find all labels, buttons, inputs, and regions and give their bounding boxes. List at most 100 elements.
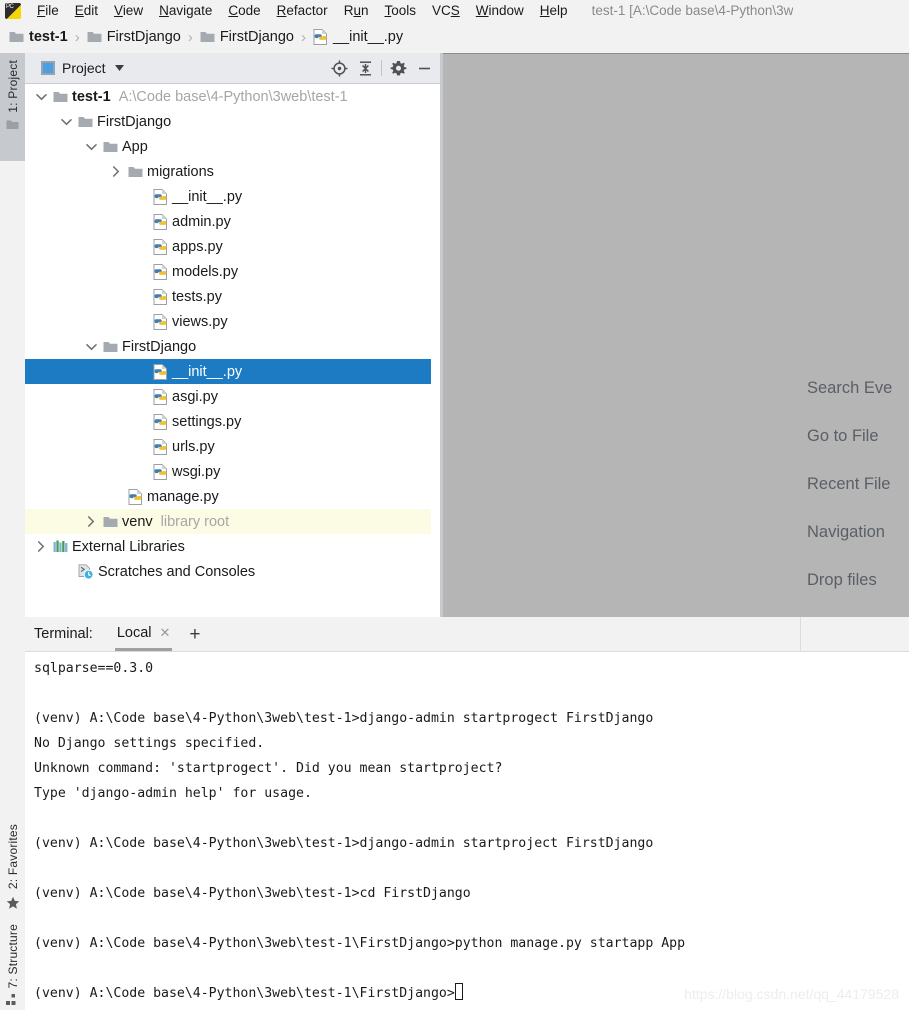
terminal-line: (venv) A:\Code base\4-Python\3web\test-1… bbox=[34, 886, 471, 901]
menu-item-file[interactable]: File bbox=[29, 0, 67, 21]
breadcrumb-separator: › bbox=[187, 28, 193, 46]
python-file-icon bbox=[153, 363, 168, 380]
breadcrumb-item-test-1[interactable]: test-1 bbox=[9, 29, 68, 45]
tree-node-label: App bbox=[122, 138, 148, 155]
tree-node-tests-py[interactable]: tests.py bbox=[25, 284, 440, 309]
folder-icon bbox=[6, 119, 19, 130]
folder-icon bbox=[87, 31, 102, 43]
gear-icon[interactable] bbox=[385, 55, 411, 81]
editor-hint-row: Go to File bbox=[807, 426, 879, 445]
sidebar-item-favorites[interactable]: 2: Favorites bbox=[6, 824, 20, 909]
python-file-icon bbox=[153, 313, 168, 330]
terminal-tab-local[interactable]: Local ✕ bbox=[114, 617, 173, 651]
tree-node-venv[interactable]: venv library root bbox=[25, 509, 440, 534]
editor-hint-row: Navigation bbox=[807, 522, 885, 541]
collapse-all-icon[interactable] bbox=[352, 55, 378, 81]
chevron-down-icon[interactable] bbox=[33, 89, 49, 105]
pycharm-logo-icon bbox=[5, 2, 21, 19]
menu-item-tools[interactable]: Tools bbox=[376, 0, 424, 21]
tree-node-apps-py[interactable]: apps.py bbox=[25, 234, 440, 259]
project-tool-window: Project test-1 A:\Code base\4-Python\3we… bbox=[25, 53, 440, 617]
tree-node-init-py[interactable]: __init__.py bbox=[25, 359, 440, 384]
chevron-down-icon[interactable] bbox=[83, 139, 99, 155]
chevron-right-icon[interactable] bbox=[83, 514, 99, 530]
python-file-icon bbox=[153, 463, 168, 480]
tree-node-asgi-py[interactable]: asgi.py bbox=[25, 384, 440, 409]
menu-item-refactor[interactable]: Refactor bbox=[269, 0, 336, 21]
tree-node-label: External Libraries bbox=[72, 538, 185, 555]
close-icon[interactable]: ✕ bbox=[160, 625, 171, 641]
python-file-icon bbox=[153, 263, 168, 280]
tree-node-manage-py[interactable]: manage.py bbox=[25, 484, 440, 509]
terminal-line: Unknown command: 'startprogect'. Did you… bbox=[34, 761, 503, 776]
chevron-right-icon[interactable] bbox=[33, 539, 49, 555]
plus-icon[interactable]: + bbox=[189, 625, 200, 644]
tree-node-note: A:\Code base\4-Python\3web\test-1 bbox=[118, 88, 348, 105]
breadcrumb-item-firstdjango[interactable]: FirstDjango bbox=[200, 29, 294, 45]
chevron-right-icon[interactable] bbox=[108, 164, 124, 180]
terminal-line: Type 'django-admin help' for usage. bbox=[34, 786, 312, 801]
menu-item-vcs[interactable]: VCS bbox=[424, 0, 468, 21]
breadcrumb-item-firstdjango[interactable]: FirstDjango bbox=[87, 29, 181, 45]
tree-node-scratches-and-consoles[interactable]: Scratches and Consoles bbox=[25, 559, 440, 584]
tree-node-label: tests.py bbox=[172, 288, 222, 305]
tree-node-app[interactable]: App bbox=[25, 134, 440, 159]
tree-node-views-py[interactable]: views.py bbox=[25, 309, 440, 334]
tree-node-label: Scratches and Consoles bbox=[98, 563, 256, 580]
terminal-header-divider bbox=[800, 617, 801, 652]
project-tree-scrollbar[interactable] bbox=[431, 84, 440, 617]
project-tile-icon bbox=[41, 61, 55, 75]
terminal-output[interactable]: sqlparse==0.3.0 (venv) A:\Code base\4-Pyt… bbox=[25, 652, 909, 1010]
breadcrumb: test-1 › FirstDjango › FirstDjango › __init… bbox=[0, 21, 909, 53]
menu-item-view[interactable]: View bbox=[106, 0, 151, 21]
menu-item-help[interactable]: Help bbox=[532, 0, 576, 21]
breadcrumb-separator: › bbox=[74, 28, 80, 46]
python-file-icon bbox=[153, 213, 168, 230]
chevron-down-icon[interactable] bbox=[58, 114, 74, 130]
editor-hint-row: Drop files bbox=[807, 570, 877, 589]
sidebar-item-structure[interactable]: 7: Structure bbox=[6, 924, 20, 1006]
menu-item-code[interactable]: Code bbox=[220, 0, 268, 21]
tree-node-migrations[interactable]: migrations bbox=[25, 159, 440, 184]
python-file-icon bbox=[153, 413, 168, 430]
tree-node-label: FirstDjango bbox=[97, 113, 172, 130]
tree-node-test-1[interactable]: test-1 A:\Code base\4-Python\3web\test-1 bbox=[25, 84, 440, 109]
tree-node-settings-py[interactable]: settings.py bbox=[25, 409, 440, 434]
toolbar-divider bbox=[381, 60, 382, 76]
breadcrumb-item-init-py[interactable]: __init__.py bbox=[313, 29, 403, 45]
folder-icon bbox=[103, 516, 118, 528]
tree-node-label: test-1 bbox=[72, 88, 111, 105]
tree-node-label: views.py bbox=[172, 313, 228, 330]
breadcrumb-item-label: FirstDjango bbox=[106, 29, 181, 45]
project-tree[interactable]: test-1 A:\Code base\4-Python\3web\test-1 … bbox=[25, 84, 440, 617]
tree-node-wsgi-py[interactable]: wsgi.py bbox=[25, 459, 440, 484]
locate-icon[interactable] bbox=[326, 55, 352, 81]
terminal-line: (venv) A:\Code base\4-Python\3web\test-1… bbox=[25, 981, 909, 1006]
sidebar-tab-favorites-label: 2: Favorites bbox=[5, 824, 20, 890]
menu-item-window[interactable]: Window bbox=[468, 0, 532, 21]
chevron-down-icon[interactable] bbox=[114, 65, 124, 71]
tree-node-firstdjango[interactable]: FirstDjango bbox=[25, 334, 440, 359]
menu-item-edit[interactable]: Edit bbox=[67, 0, 106, 21]
tree-node-label: urls.py bbox=[172, 438, 215, 455]
menu-item-run[interactable]: Run bbox=[336, 0, 377, 21]
tree-node-models-py[interactable]: models.py bbox=[25, 259, 440, 284]
tree-node-label: models.py bbox=[172, 263, 239, 280]
sidebar-item-project[interactable]: 1: Project bbox=[0, 53, 25, 161]
terminal-line: sqlparse==0.3.0 bbox=[34, 661, 154, 676]
breadcrumb-item-label: __init__.py bbox=[332, 29, 404, 45]
menu-item-navigate[interactable]: Navigate bbox=[151, 0, 220, 21]
star-icon bbox=[6, 896, 20, 910]
tree-node-urls-py[interactable]: urls.py bbox=[25, 434, 440, 459]
minimize-icon[interactable] bbox=[411, 55, 437, 81]
tree-node-firstdjango[interactable]: FirstDjango bbox=[25, 109, 440, 134]
chevron-down-icon[interactable] bbox=[83, 339, 99, 355]
tree-node-external-libraries[interactable]: External Libraries bbox=[25, 534, 440, 559]
window-title: test-1 [A:\Code base\4-Python\3w bbox=[591, 3, 794, 18]
tree-node-init-py[interactable]: __init__.py bbox=[25, 184, 440, 209]
tree-node-admin-py[interactable]: admin.py bbox=[25, 209, 440, 234]
left-strip-bottom: 2: Favorites 7: Structure bbox=[0, 790, 25, 1010]
